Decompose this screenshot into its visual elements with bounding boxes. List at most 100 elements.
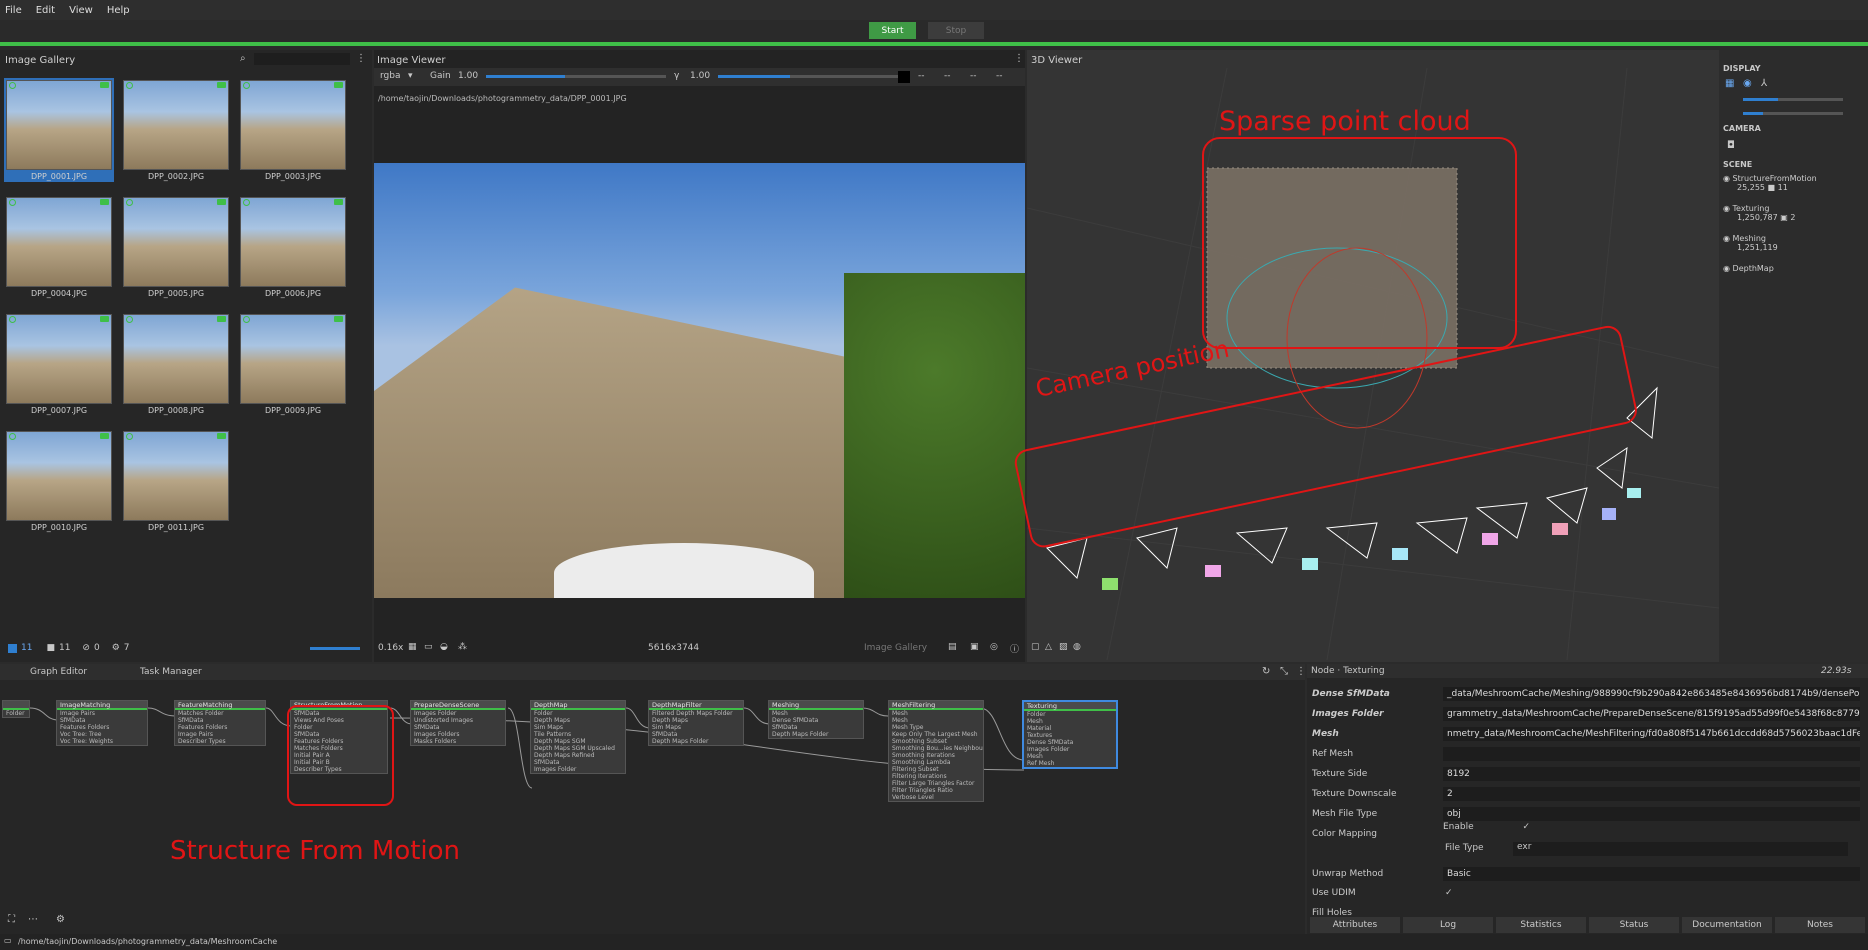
node-port[interactable]: Voc Tree: Tree — [57, 731, 147, 738]
gain-value[interactable]: 1.00 — [458, 71, 478, 81]
node-port[interactable]: Sim Maps — [531, 724, 625, 731]
node-port[interactable]: Images Folders — [411, 731, 505, 738]
node-port[interactable]: Depth Maps Refined — [531, 752, 625, 759]
globe-icon[interactable]: ◎ — [990, 642, 998, 652]
graph-settings-icon[interactable]: ⚙ — [56, 914, 65, 925]
graph-node[interactable]: Folder — [2, 700, 30, 718]
gallery-thumbnail[interactable]: DPP_0011.JPG — [121, 429, 231, 533]
opacity-slider[interactable] — [1743, 112, 1843, 115]
node-port[interactable]: Verbose Level — [889, 794, 983, 801]
node-port[interactable]: Mesh — [889, 710, 983, 717]
scene-item[interactable]: ◉ Texturing 1,250,787 ▣ 2 — [1723, 204, 1863, 222]
menu-help[interactable]: Help — [107, 5, 130, 16]
eye-icon[interactable]: ◉ — [1723, 174, 1733, 183]
node-port[interactable]: Dense SfMData — [769, 717, 863, 724]
node-port[interactable]: Filtering Iterations — [889, 773, 983, 780]
property-value[interactable]: 2 — [1443, 787, 1860, 801]
node-port[interactable]: Folder — [3, 710, 29, 717]
gallery-search-input[interactable] — [254, 53, 350, 65]
node-port[interactable]: Images Folder — [531, 766, 625, 773]
sfm-data-icon[interactable]: ▣ — [970, 642, 979, 652]
tab-graph-editor[interactable]: Graph Editor — [30, 667, 87, 677]
graph-node[interactable]: PrepareDenseScene Images Folder Undistorte… — [410, 700, 506, 746]
node-port[interactable]: Mesh — [889, 717, 983, 724]
gallery-thumbnail[interactable]: DPP_0010.JPG — [4, 429, 114, 533]
node-port[interactable]: Image Pairs — [57, 710, 147, 717]
node-panel-tab[interactable]: Documentation — [1682, 917, 1772, 933]
menu-edit[interactable]: Edit — [36, 5, 55, 16]
gallery-thumbnail[interactable]: DPP_0008.JPG — [121, 312, 231, 416]
gallery-thumbnail[interactable]: DPP_0004.JPG — [4, 195, 114, 299]
menu-file[interactable]: File — [5, 5, 22, 16]
node-port[interactable]: SfMData — [531, 759, 625, 766]
node-panel-tab[interactable]: Status — [1589, 917, 1679, 933]
node-port[interactable]: Voc Tree: Weights — [57, 738, 147, 745]
scene-item[interactable]: ◉ Meshing 1,251,119 — [1723, 234, 1863, 252]
thumbnail-size-slider[interactable] — [309, 646, 360, 650]
eye-icon[interactable]: ◉ — [1723, 204, 1733, 213]
property-value[interactable]: grammetry_data/MeshroomCache/PrepareDens… — [1443, 707, 1860, 721]
node-port[interactable]: Mesh — [769, 710, 863, 717]
node-port[interactable]: Mesh — [1024, 718, 1116, 725]
source-select[interactable]: Image Gallery — [864, 643, 927, 653]
node-port[interactable]: Image Pairs — [175, 731, 265, 738]
node-port[interactable]: SfMData — [57, 717, 147, 724]
node-port[interactable]: Folder — [1024, 711, 1116, 718]
graph-node[interactable]: FeatureMatching Matches Folder SfMData Feat… — [174, 700, 266, 746]
node-port[interactable]: Smoothing Iterations — [889, 752, 983, 759]
node-port[interactable]: Features Folders — [175, 724, 265, 731]
layout-icon[interactable]: ⤡ — [1280, 666, 1288, 677]
node-port[interactable]: Filtering Subset — [889, 766, 983, 773]
node-port[interactable]: Filtered Depth Maps Folder — [649, 710, 743, 717]
warning-icon[interactable]: △ — [1045, 642, 1052, 652]
texture-icon[interactable]: ◍ — [1073, 642, 1081, 652]
node-port[interactable]: Depth Maps — [649, 717, 743, 724]
enable-checkbox[interactable]: ✓ — [1523, 822, 1531, 832]
node-port[interactable]: Smoothing Lambda — [889, 759, 983, 766]
node-port[interactable]: SfMData — [649, 731, 743, 738]
channel-select[interactable]: rgba — [380, 71, 400, 81]
node-port[interactable]: Images Folder — [1024, 746, 1116, 753]
node-port[interactable]: SfMData — [175, 717, 265, 724]
gallery-thumbnail[interactable]: DPP_0005.JPG — [121, 195, 231, 299]
point-size-slider[interactable] — [1743, 98, 1843, 101]
nodes-count[interactable]: 7 — [124, 643, 130, 653]
node-port[interactable]: Textures — [1024, 732, 1116, 739]
more-horizontal-icon[interactable]: ⋯ — [28, 914, 38, 925]
file-type-select[interactable]: exr — [1513, 842, 1848, 856]
fit-icon[interactable]: ▢ — [1031, 642, 1040, 652]
property-value[interactable]: 8192 — [1443, 767, 1860, 781]
wireframe-icon[interactable]: ▨ — [1059, 642, 1068, 652]
rejected-count[interactable]: 0 — [94, 643, 100, 653]
eye-icon[interactable]: ◉ — [1723, 234, 1733, 243]
info-icon[interactable]: ⓘ — [1010, 642, 1019, 655]
node-port[interactable]: Filter Triangles Ratio — [889, 787, 983, 794]
node-port[interactable]: Smoothing Bou...ies Neighbours — [889, 745, 983, 752]
tab-task-manager[interactable]: Task Manager — [140, 667, 202, 677]
viewer-menu-icon[interactable]: ⋮ — [1014, 53, 1024, 64]
stop-button[interactable]: Stop — [928, 22, 984, 39]
node-port[interactable]: Material — [1024, 725, 1116, 732]
property-value[interactable]: Basic — [1443, 867, 1860, 881]
node-port[interactable]: Tile Patterns — [531, 731, 625, 738]
more-icon[interactable]: ⋮ — [356, 53, 366, 64]
node-port[interactable]: Undistorted Images — [411, 717, 505, 724]
node-port[interactable]: Features Folders — [57, 724, 147, 731]
node-port[interactable]: Matches Folder — [175, 710, 265, 717]
node-port[interactable]: Dense SfMData — [1024, 739, 1116, 746]
node-port[interactable]: Depth Maps SGM Upscaled — [531, 745, 625, 752]
gain-slider[interactable] — [486, 75, 666, 78]
property-value[interactable]: nmetry_data/MeshroomCache/MeshFiltering/… — [1443, 727, 1860, 741]
node-port[interactable]: Depth Maps — [531, 717, 625, 724]
node-port[interactable]: Smoothing Subset — [889, 738, 983, 745]
graph-node[interactable]: Texturing Folder Mesh Material Textures Dense… — [1022, 700, 1118, 769]
node-panel-tab[interactable]: Log — [1403, 917, 1493, 933]
node-port[interactable]: Ref Mesh — [1024, 760, 1116, 767]
graph-node[interactable]: DepthMapFilter Filtered Depth Maps Folder… — [648, 700, 744, 746]
node-panel-tab[interactable]: Attributes — [1310, 917, 1400, 933]
gamma-value[interactable]: 1.00 — [690, 71, 710, 81]
graph-node[interactable]: MeshFiltering Mesh Mesh Mesh Type Keep Only … — [888, 700, 984, 802]
axis-icon[interactable]: ⅄ — [1761, 78, 1767, 89]
grid-icon[interactable]: ▦ — [408, 642, 417, 652]
node-port[interactable]: SfMData — [769, 724, 863, 731]
